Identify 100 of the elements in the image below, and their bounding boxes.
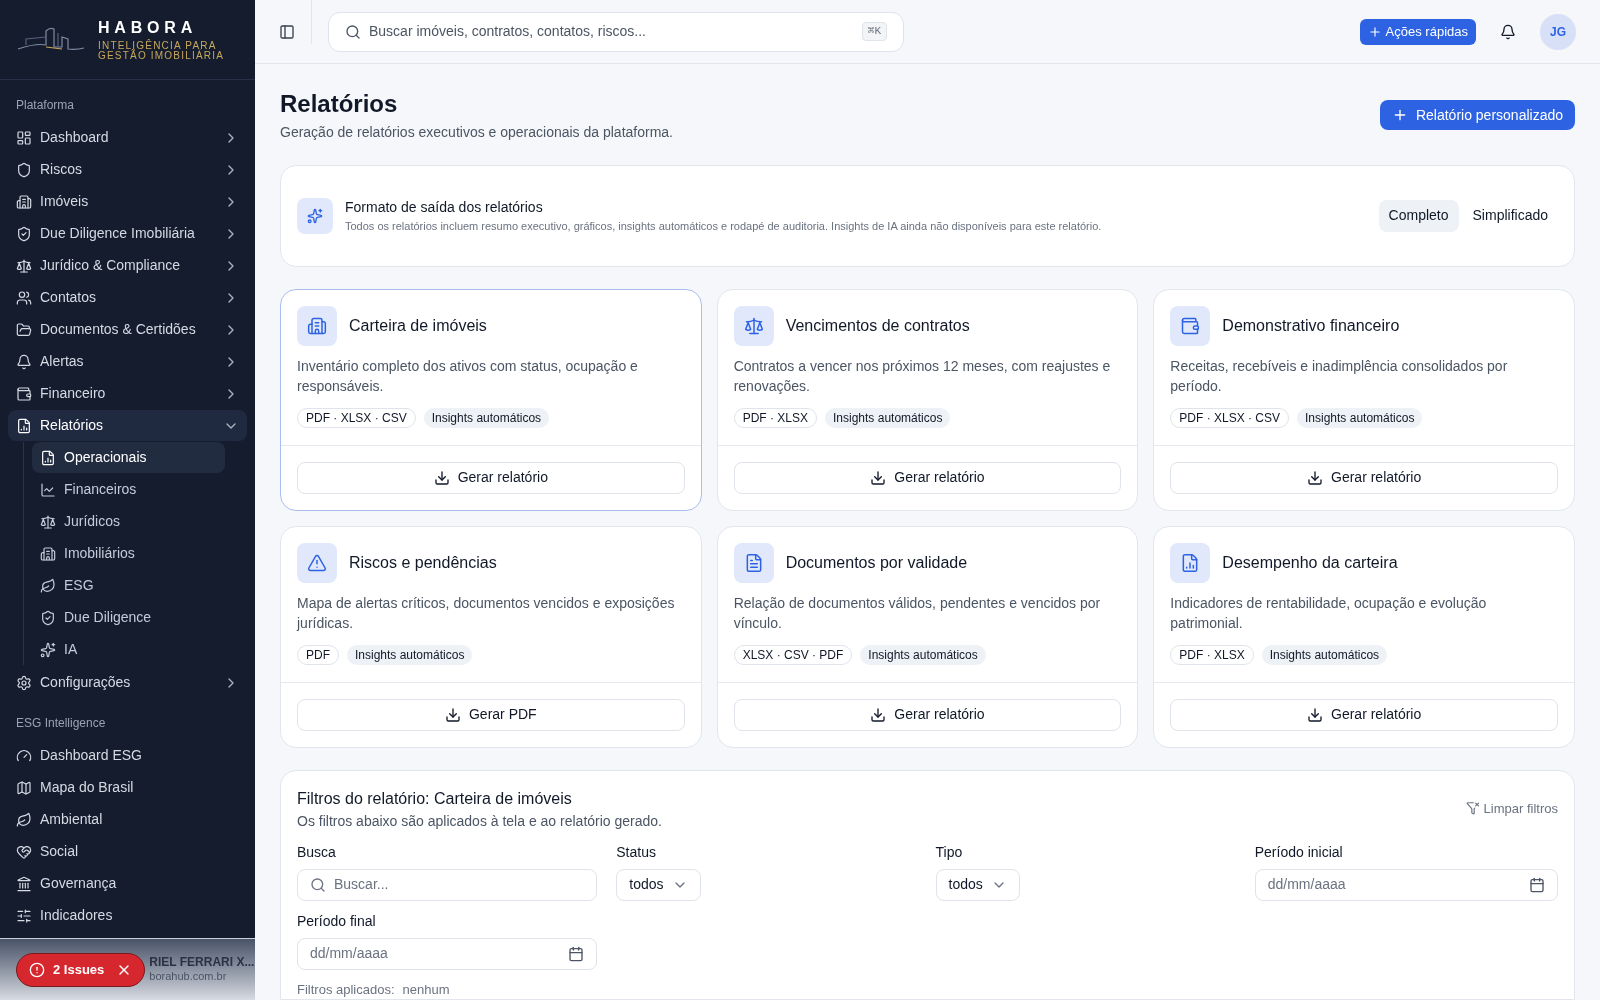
scale-icon: [743, 315, 764, 336]
sidebar-subitem[interactable]: IA: [32, 634, 225, 665]
report-title: Demonstrativo financeiro: [1222, 315, 1400, 336]
report-description: Contratos a vencer nos próximos 12 meses, com reajustes e renovações.: [733, 356, 1112, 396]
section-title: Plataforma: [15, 97, 76, 114]
funnel-icon: [1465, 801, 1480, 816]
warning-icon: [307, 552, 327, 573]
section-title: ESG Intelligence: [15, 715, 107, 732]
format-toggle[interactable]: Completo: [1378, 199, 1459, 232]
sidebar-item[interactable]: Social: [8, 836, 247, 867]
brand-name: HABORA: [98, 18, 199, 38]
field-label: Busca: [297, 842, 337, 862]
generate-report-button[interactable]: Gerar relatório: [1170, 698, 1558, 731]
sidebar-item[interactable]: Mapa do Brasil: [8, 772, 247, 803]
line-chart-icon: [40, 481, 56, 498]
wallet-icon: [16, 385, 32, 402]
download-icon: [433, 469, 450, 486]
sidebar-item[interactable]: Dashboard: [8, 122, 247, 153]
map-icon: [16, 779, 32, 796]
gauge-icon: [16, 747, 32, 764]
leaf-icon: [40, 577, 56, 594]
folder-icon: [16, 321, 32, 338]
generate-report-button[interactable]: Gerar relatório: [733, 698, 1122, 731]
report-icon: [40, 449, 56, 466]
report-card[interactable]: Desempenho da carteira Indicadores de rentabilidade, ocupação e evolução patrimonial. PDF · XLSX Insights automáticos Gerar relatório: [1153, 525, 1575, 748]
report-card[interactable]: Documentos por validade Relação de documentos válidos, pendentes e vencidos por vínculo. XLSX · CSV · PDF Insights automáticos Gerar relatório: [716, 525, 1139, 748]
generate-report-button[interactable]: Gerar relatório: [1170, 461, 1558, 494]
date-field[interactable]: dd/mm/aaaa: [1254, 868, 1558, 901]
format-tag: Insights automáticos: [1261, 644, 1388, 665]
report-title: Vencimentos de contratos: [785, 315, 970, 336]
issues-badge[interactable]: 2 Issues: [16, 952, 146, 987]
shield-check-icon: [40, 609, 56, 626]
generate-report-button[interactable]: Gerar relatório: [297, 461, 685, 494]
scale-icon: [16, 257, 32, 274]
field-label: Período final: [297, 911, 377, 931]
search-icon: [345, 23, 361, 40]
sidebar-item[interactable]: Financeiro: [8, 378, 247, 409]
user-avatar[interactable]: JG: [1540, 13, 1576, 50]
report-description: Indicadores de rentabilidade, ocupação e evolução patrimonial.: [1170, 593, 1488, 633]
sidebar-item[interactable]: Documentos & Certidões: [8, 314, 247, 345]
report-card[interactable]: Carteira de imóveis Inventário completo dos ativos com status, ocupação e responsáveis. PDF · XLSX · CSV Insights automáticos Gerar relatório: [280, 288, 702, 511]
report-card[interactable]: Vencimentos de contratos Contratos a vencer nos próximos 12 meses, com reajustes e renovações. PDF · XLSX Insights automáticos Gerar relatório: [716, 288, 1139, 511]
format-description: Todos os relatórios incluem resumo executivo, gráficos, insights automáticos e rodapé de auditoria. Insights de IA ainda não disponíveis para este relatório.: [345, 219, 1103, 234]
format-tag: Insights automáticos: [825, 407, 951, 428]
sidebar-item[interactable]: Indicadores: [8, 900, 247, 931]
sparkles-icon: [40, 641, 56, 658]
wallet-icon: [1180, 315, 1201, 336]
sidebar-item[interactable]: Jurídico & Compliance: [8, 250, 247, 281]
report-card[interactable]: Riscos e pendências Mapa de alertas críticos, documentos vencidos e exposições jurídicas. PDF Insights automáticos Gerar PDF: [280, 525, 702, 748]
select-field[interactable]: todos: [616, 868, 701, 901]
sidebar-subitem[interactable]: ESG: [32, 570, 225, 601]
report-title: Desempenho da carteira: [1222, 552, 1398, 573]
date-field[interactable]: dd/mm/aaaa: [297, 937, 597, 970]
user-name: RIEL FERRARI X...: [149, 955, 255, 971]
sidebar-item[interactable]: Alertas: [8, 346, 247, 377]
sidebar-item[interactable]: Ambiental: [8, 804, 247, 835]
report-description: Relação de documentos válidos, pendentes e vencidos por vínculo.: [733, 593, 1102, 633]
sidebar-item[interactable]: Configurações: [8, 667, 247, 698]
applied-filters-value: nenhum: [402, 980, 450, 999]
format-toggle[interactable]: Simplificado: [1462, 199, 1558, 232]
sidebar-subitem[interactable]: Financeiros: [32, 474, 225, 505]
sidebar-subitem[interactable]: Due Diligence: [32, 602, 225, 633]
page-subtitle: Geração de relatórios executivos e operacionais da plataforma.: [280, 123, 673, 142]
sidebar-item[interactable]: Relatórios: [8, 410, 247, 441]
search-field[interactable]: Buscar...: [297, 868, 597, 901]
generate-report-button[interactable]: Gerar relatório: [733, 461, 1122, 494]
sidebar-subitem[interactable]: Operacionais: [32, 442, 225, 473]
download-icon: [870, 469, 887, 486]
search-icon: [310, 876, 326, 893]
sidebar-subitem[interactable]: Imobiliários: [32, 538, 225, 569]
landmark-icon: [16, 875, 32, 892]
generate-report-button[interactable]: Gerar PDF: [297, 698, 685, 731]
field-label: Tipo: [935, 842, 964, 862]
dashboard-icon: [16, 129, 32, 146]
download-icon: [1307, 706, 1323, 723]
sidebar-item[interactable]: Contatos: [8, 282, 247, 313]
building-icon: [16, 193, 32, 210]
sidebar-subitem[interactable]: Jurídicos: [32, 506, 225, 537]
calendar-icon: [568, 945, 584, 962]
notifications-icon[interactable]: [1500, 23, 1516, 40]
report-title: Carteira de imóveis: [349, 315, 487, 336]
building-icon: [307, 315, 327, 336]
sidebar-item[interactable]: Riscos: [8, 154, 247, 185]
bell-icon: [16, 353, 32, 370]
page-title: Relatórios: [280, 89, 399, 119]
sidebar-item[interactable]: Dashboard ESG: [8, 740, 247, 771]
report-description: Inventário completo dos ativos com status, ocupação e responsáveis.: [297, 356, 639, 396]
quick-actions-button[interactable]: Ações rápidas: [1359, 18, 1476, 45]
select-field[interactable]: todos: [935, 868, 1020, 901]
clear-filters-button[interactable]: Limpar filtros: [1465, 798, 1558, 818]
format-tag: Insights automáticos: [860, 644, 986, 665]
heart-handshake-icon: [16, 843, 32, 860]
shortcut-key: ⌘K: [861, 22, 887, 41]
sidebar-item[interactable]: Governança: [8, 868, 247, 899]
sidebar-item[interactable]: Imóveis: [8, 186, 247, 217]
report-card[interactable]: Demonstrativo financeiro Receitas, recebíveis e inadimplência consolidados por período. PDF · XLSX · CSV Insights automáticos Gerar relatório: [1153, 288, 1575, 511]
sidebar-toggle-icon[interactable]: [279, 23, 295, 40]
search-field[interactable]: Buscar imóveis, contratos, contatos, riscos... ⌘K: [328, 11, 904, 52]
custom-report-button[interactable]: Relatório personalizado: [1379, 100, 1575, 130]
sidebar-item[interactable]: Due Diligence Imobiliária: [8, 218, 247, 249]
